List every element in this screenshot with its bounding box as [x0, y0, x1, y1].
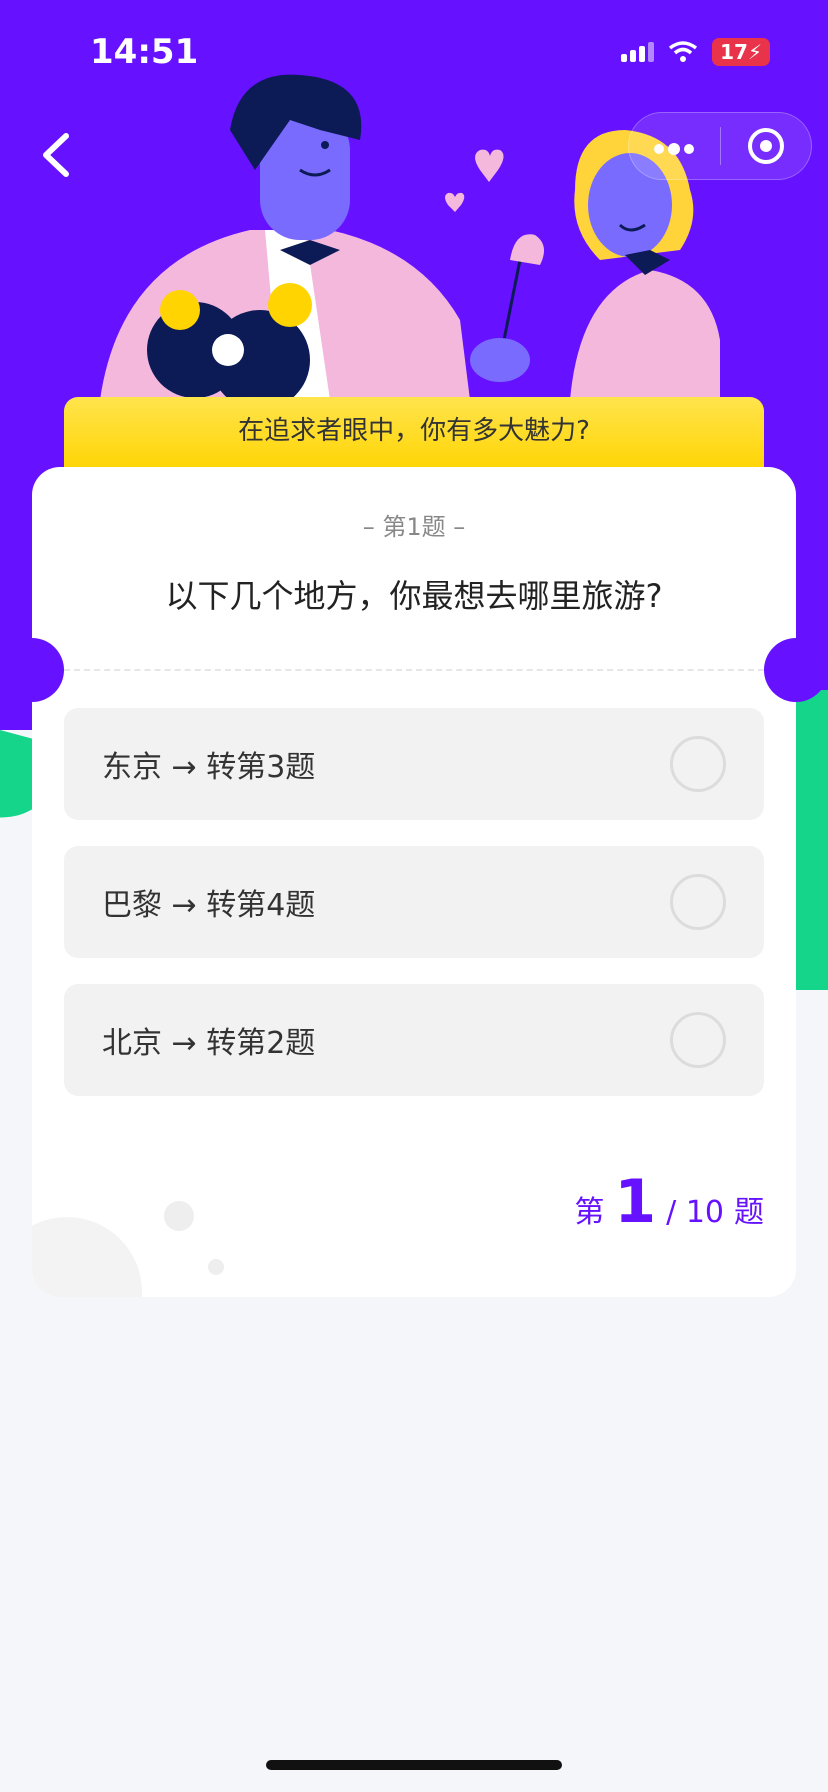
- wifi-icon: [669, 41, 698, 62]
- more-dots-icon: [654, 142, 695, 155]
- option-1[interactable]: 东京 → 转第3题: [64, 708, 764, 820]
- more-button[interactable]: [629, 130, 720, 163]
- option-3[interactable]: 北京 → 转第2题: [64, 984, 764, 1096]
- chevron-left-icon: [43, 133, 69, 177]
- signal-icon: [621, 42, 655, 62]
- target-icon: [747, 128, 784, 164]
- option-label: 东京 → 转第3题: [102, 750, 316, 785]
- option-label: 巴黎 → 转第4题: [102, 888, 316, 923]
- back-button[interactable]: [38, 130, 88, 190]
- status-icons: 17⚡: [621, 38, 770, 66]
- radio-icon[interactable]: [670, 874, 726, 930]
- progress-prefix: 第: [574, 1195, 605, 1230]
- ticket-notch-left: [0, 638, 64, 702]
- progress-total: / 10: [666, 1195, 724, 1230]
- status-time: 14:51: [90, 32, 199, 72]
- card-decoration: [32, 1217, 142, 1297]
- close-miniapp-button[interactable]: [721, 126, 812, 166]
- home-indicator[interactable]: [266, 1760, 562, 1770]
- radio-icon[interactable]: [670, 736, 726, 792]
- card-decoration: [164, 1201, 194, 1231]
- question-progress: 第 1 / 10 题: [574, 1167, 764, 1237]
- couple-illustration: [100, 74, 720, 400]
- card-divider: [64, 669, 764, 671]
- quiz-title-banner: 在追求者眼中，你有多大魅力?: [64, 397, 764, 473]
- miniapp-capsule: [628, 112, 812, 180]
- battery-level: 17: [720, 40, 748, 64]
- progress-suffix: 题: [734, 1195, 764, 1230]
- question-index: – 第1题 –: [362, 513, 466, 541]
- question-text: 以下几个地方，你最想去哪里旅游?: [165, 577, 663, 615]
- progress-current: 1: [614, 1167, 657, 1237]
- option-2[interactable]: 巴黎 → 转第4题: [64, 846, 764, 958]
- option-label: 北京 → 转第2题: [102, 1026, 316, 1061]
- ticket-notch-right: [764, 638, 828, 702]
- question-card: – 第1题 – 以下几个地方，你最想去哪里旅游? 东京 → 转第3题 巴黎 → …: [32, 467, 796, 1297]
- radio-icon[interactable]: [670, 1012, 726, 1068]
- battery-indicator: 17⚡: [712, 38, 770, 66]
- card-decoration: [208, 1259, 224, 1275]
